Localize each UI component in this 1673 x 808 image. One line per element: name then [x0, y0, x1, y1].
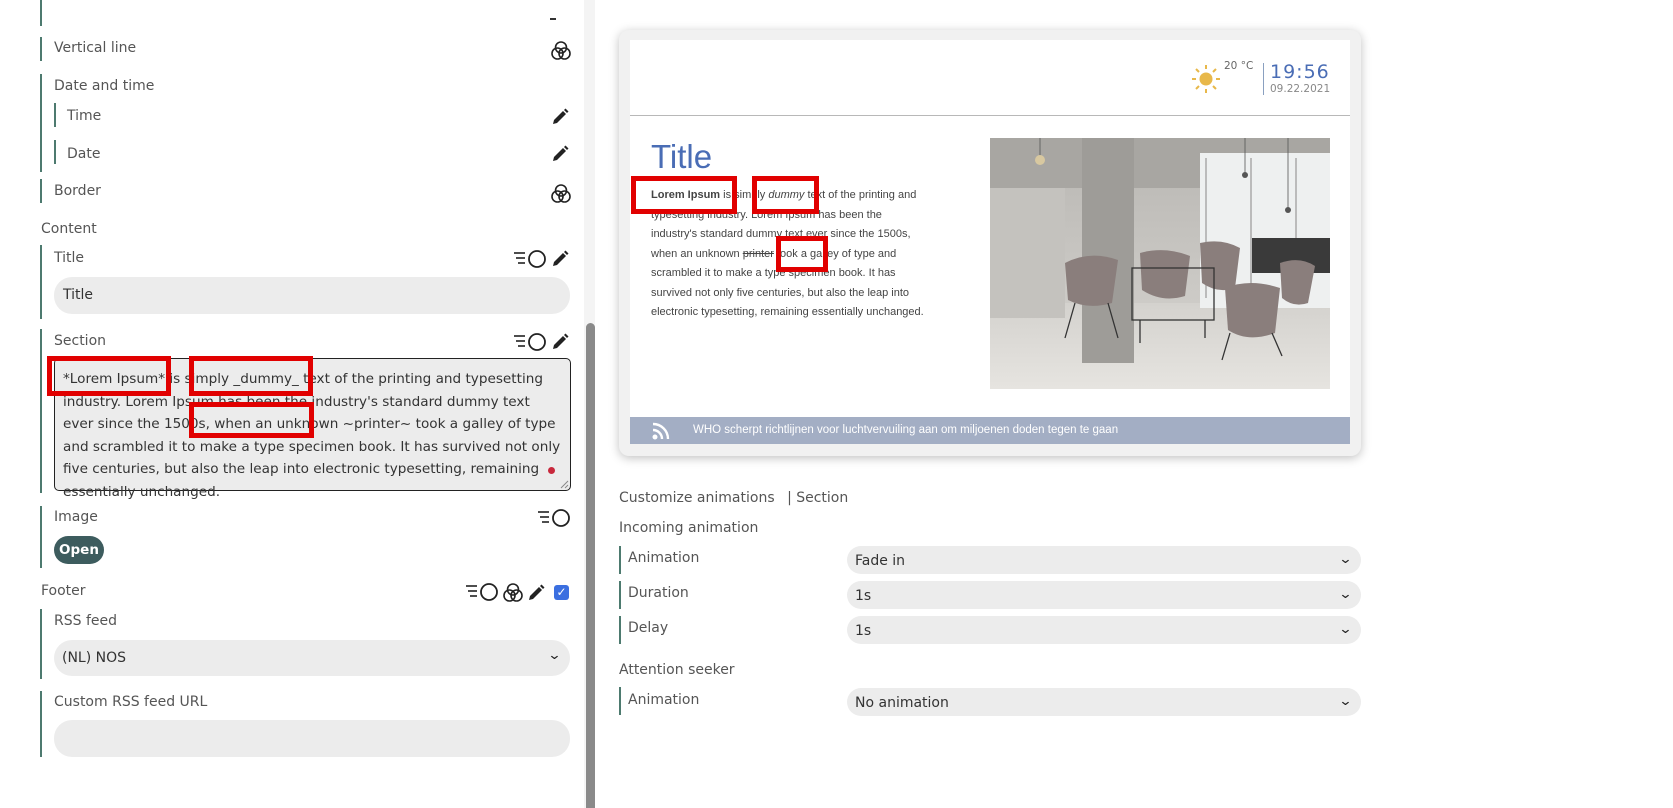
text-align-icon[interactable]	[513, 249, 547, 269]
footer-enable-checkbox[interactable]: ✓	[554, 585, 569, 600]
highlight-box	[776, 236, 828, 272]
animations-heading-text: Customize animations	[619, 490, 775, 506]
scrollbar-thumb[interactable]	[586, 323, 595, 808]
accent-bar	[40, 329, 42, 493]
highlight-box	[752, 176, 819, 214]
duration-select[interactable]: 1s ⌄	[847, 581, 1361, 609]
accent-bar	[40, 609, 42, 679]
date-label: Date	[67, 146, 101, 162]
duration-label: Duration	[628, 585, 689, 601]
color-palette-icon[interactable]	[550, 40, 572, 62]
rss-feed-label: RSS feed	[54, 613, 117, 629]
accent-bar	[40, 179, 42, 203]
color-palette-icon[interactable]	[502, 582, 524, 604]
temperature: 20 °C	[1224, 60, 1254, 72]
chevron-down-icon: ⌄	[547, 648, 562, 663]
header-rule	[630, 115, 1350, 116]
spellcheck-dot	[548, 467, 555, 474]
animation-select[interactable]: Fade in ⌄	[847, 546, 1361, 574]
highlight-box	[189, 402, 314, 438]
title-field-label: Title	[54, 250, 85, 266]
vertical-line-label: Vertical line	[54, 40, 137, 56]
highlight-box	[47, 356, 171, 396]
accent-bar	[619, 546, 621, 574]
chevron-down-icon: ⌄	[1338, 622, 1353, 637]
resize-handle-icon[interactable]	[560, 480, 569, 489]
border-label: Border	[54, 183, 101, 199]
preview-title: Title	[651, 138, 713, 175]
accent-bar	[40, 245, 42, 319]
duration-selected: 1s	[855, 588, 872, 604]
cropped-row-marker	[40, 0, 42, 26]
pencil-icon[interactable]	[551, 333, 569, 351]
delay-selected: 1s	[855, 623, 872, 639]
attention-seeker-heading: Attention seeker	[619, 662, 735, 678]
rss-icon	[652, 422, 670, 440]
accent-bar	[40, 506, 42, 568]
pencil-icon[interactable]	[551, 145, 569, 163]
rss-ticker-bar: WHO scherpt richtlijnen voor luchtvervui…	[630, 417, 1350, 444]
pencil-icon[interactable]	[527, 584, 545, 602]
color-palette-icon[interactable]	[550, 183, 572, 205]
sun-icon	[1192, 65, 1220, 93]
delay-label: Delay	[628, 620, 669, 636]
incoming-animation-heading: Incoming animation	[619, 520, 759, 536]
text-align-icon[interactable]	[537, 508, 571, 528]
title-input[interactable]: Title	[54, 277, 570, 314]
preview-screen: 20 °C 19:56 09.22.2021 Title Lorem Ipsum…	[630, 40, 1350, 444]
accent-bar	[54, 140, 56, 164]
footer-heading: Footer	[41, 583, 86, 599]
rss-feed-selected: (NL) NOS	[62, 650, 127, 666]
animations-heading: Customize animations | Section	[619, 490, 848, 506]
accent-bar	[619, 687, 621, 715]
clock-time: 19:56	[1270, 61, 1330, 83]
pencil-icon[interactable]	[551, 250, 569, 268]
header-divider	[1263, 63, 1264, 95]
cropped-icon	[550, 14, 556, 20]
delay-select[interactable]: 1s ⌄	[847, 616, 1361, 644]
highlight-box	[631, 176, 737, 214]
section-image	[990, 138, 1330, 389]
rss-ticker-text: WHO scherpt richtlijnen voor luchtvervui…	[693, 424, 1119, 436]
section-field-label: Section	[54, 333, 107, 349]
date-and-time-label: Date and time	[54, 78, 155, 94]
image-field-label: Image	[54, 509, 98, 525]
preview-card: 20 °C 19:56 09.22.2021 Title Lorem Ipsum…	[619, 30, 1361, 456]
chevron-down-icon: ⌄	[1338, 694, 1353, 709]
text-align-icon[interactable]	[465, 582, 499, 602]
attention-animation-select[interactable]: No animation ⌄	[847, 688, 1361, 716]
content-heading: Content	[41, 221, 97, 237]
text-align-icon[interactable]	[513, 332, 547, 352]
chevron-down-icon: ⌄	[1338, 587, 1353, 602]
open-image-button[interactable]: Open	[54, 536, 104, 564]
rss-feed-select[interactable]: (NL) NOS ⌄	[54, 640, 570, 676]
attention-animation-label: Animation	[628, 692, 700, 708]
highlight-box	[189, 356, 313, 396]
accent-bar	[619, 581, 621, 609]
accent-bar	[40, 691, 42, 757]
animations-heading-sub: | Section	[787, 490, 849, 506]
chevron-down-icon: ⌄	[1338, 552, 1353, 567]
accent-bar	[40, 74, 42, 172]
animation-selected: Fade in	[855, 553, 906, 569]
time-label: Time	[67, 108, 102, 124]
custom-rss-label: Custom RSS feed URL	[54, 694, 208, 710]
accent-bar	[40, 37, 42, 61]
custom-rss-input[interactable]	[54, 720, 570, 757]
clock-date: 09.22.2021	[1270, 83, 1331, 95]
attention-animation-selected: No animation	[855, 695, 949, 711]
pencil-icon[interactable]	[551, 108, 569, 126]
animation-label: Animation	[628, 550, 700, 566]
accent-bar	[54, 103, 56, 127]
body-strike: printer	[742, 247, 774, 260]
accent-bar	[619, 616, 621, 644]
